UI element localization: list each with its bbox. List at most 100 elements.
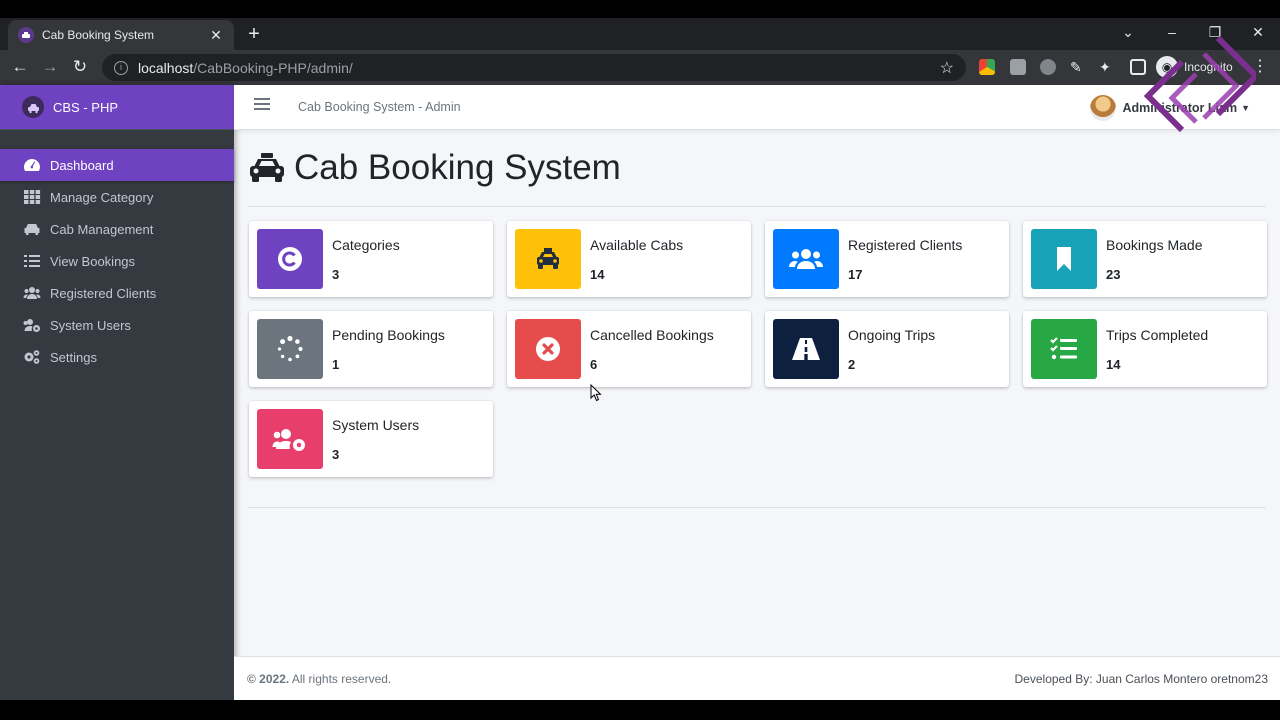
info-box-pending-bookings[interactable]: Pending Bookings 1 — [249, 311, 493, 387]
info-box-cancelled-bookings[interactable]: Cancelled Bookings 6 — [507, 311, 751, 387]
sidebar-item-label: Dashboard — [50, 157, 114, 173]
info-box-value: 14 — [1106, 356, 1121, 372]
car-icon — [22, 220, 42, 238]
info-box-value: 1 — [332, 356, 340, 372]
divider — [248, 206, 1266, 207]
sidebar-item-label: Cab Management — [50, 221, 154, 237]
sidebar: CBS - PHP Dashboard Manage Category Cab … — [0, 85, 234, 700]
sidebar-item-label: Registered Clients — [50, 285, 157, 301]
mouse-cursor-icon — [590, 384, 602, 402]
browser-toolbar: ← → ↻ i localhost /CabBooking-PHP/admin/… — [0, 50, 1280, 85]
cogs-icon — [22, 348, 42, 366]
copyright-rest: All rights reserved. — [289, 672, 392, 686]
hamburger-menu-icon[interactable] — [254, 98, 270, 114]
extensions-puzzle-icon[interactable]: ✦ — [1099, 59, 1115, 75]
developer-credit: Developed By: Juan Carlos Montero oretno… — [1014, 672, 1268, 686]
url-path: /CabBooking-PHP/admin/ — [193, 59, 353, 76]
page-header: Cab Booking System — [248, 148, 1266, 188]
sidebar-item-manage-category[interactable]: Manage Category — [0, 181, 234, 213]
info-box-label: Available Cabs — [590, 236, 684, 253]
new-tab-button[interactable]: + — [244, 24, 264, 44]
taxi-favicon-icon — [18, 27, 34, 43]
footer: © 2022. All rights reserved. Developed B… — [234, 656, 1280, 700]
info-box-ongoing-trips[interactable]: Ongoing Trips 2 — [765, 311, 1009, 387]
extension-color-icon[interactable] — [979, 59, 995, 75]
pen-extension-icon[interactable]: ✎ — [1070, 59, 1086, 75]
taxi-icon — [515, 229, 581, 289]
copyright-year: © 2022. — [247, 672, 290, 686]
info-box-available-cabs[interactable]: Available Cabs 14 — [507, 221, 751, 297]
users-icon — [22, 284, 42, 302]
sidebar-item-label: Manage Category — [50, 189, 154, 205]
info-box-value: 17 — [848, 266, 863, 282]
users-icon — [773, 229, 839, 289]
users-cog-icon — [257, 409, 323, 469]
info-box-label: Pending Bookings — [332, 326, 445, 343]
info-box-label: System Users — [332, 416, 420, 433]
info-box-label: Bookings Made — [1106, 236, 1203, 253]
main-content: Cab Booking System Categories 3 Available… — [234, 130, 1280, 655]
taxi-icon — [250, 153, 284, 182]
forward-icon[interactable]: → — [39, 56, 61, 78]
cloud-extension-icon[interactable] — [1040, 59, 1056, 75]
tachometer-icon — [22, 156, 42, 174]
browser-tab[interactable]: Cab Booking System ✕ — [8, 20, 234, 50]
copyright-text: © 2022. All rights reserved. — [247, 672, 391, 686]
screen: Cab Booking System ✕ + ⌄ – ❐ ✕ ← → ↻ i l… — [0, 0, 1280, 720]
grid-icon — [22, 188, 42, 206]
info-box-bookings-made[interactable]: Bookings Made 23 — [1023, 221, 1267, 297]
sidebar-item-registered-clients[interactable]: Registered Clients — [0, 277, 234, 309]
info-box-value: 3 — [332, 446, 340, 462]
info-box-label: Registered Clients — [848, 236, 963, 253]
info-box-registered-clients[interactable]: Registered Clients 17 — [765, 221, 1009, 297]
bookmark-icon — [1031, 229, 1097, 289]
info-box-value: 23 — [1106, 266, 1121, 282]
avatar — [1090, 95, 1117, 121]
sidebar-item-label: System Users — [50, 317, 131, 333]
info-box-value: 14 — [590, 266, 605, 282]
camera-extension-icon[interactable] — [1010, 59, 1026, 75]
sidebar-item-settings[interactable]: Settings — [0, 341, 234, 373]
tab-title: Cab Booking System — [42, 28, 155, 42]
back-icon[interactable]: ← — [9, 56, 31, 78]
reload-icon[interactable]: ↻ — [69, 56, 91, 78]
top-navbar: Cab Booking System - Admin Administrator… — [234, 85, 1280, 130]
channel-watermark-icon — [1144, 35, 1256, 133]
brand-text: CBS - PHP — [53, 99, 119, 115]
spinner-icon — [257, 319, 323, 379]
sidebar-item-label: Settings — [50, 349, 97, 365]
info-box-value: 2 — [848, 356, 856, 372]
info-box-label: Categories — [332, 236, 400, 253]
users-cog-icon — [22, 316, 42, 334]
tasks-icon — [1031, 319, 1097, 379]
copyright-icon — [257, 229, 323, 289]
info-box-categories[interactable]: Categories 3 — [249, 221, 493, 297]
sidebar-item-cab-management[interactable]: Cab Management — [0, 213, 234, 245]
bookmark-star-icon[interactable]: ☆ — [940, 58, 954, 78]
info-box-value: 3 — [332, 266, 340, 282]
info-box-value: 6 — [590, 356, 598, 372]
brand-logo-icon — [22, 96, 44, 118]
sidebar-item-view-bookings[interactable]: View Bookings — [0, 245, 234, 277]
sidebar-item-system-users[interactable]: System Users — [0, 309, 234, 341]
info-box-label: Trips Completed — [1106, 326, 1209, 343]
info-box-label: Ongoing Trips — [848, 326, 936, 343]
info-box-label: Cancelled Bookings — [590, 326, 714, 343]
brand-link[interactable]: CBS - PHP — [0, 85, 234, 130]
info-box-system-users[interactable]: System Users 3 — [249, 401, 493, 477]
tab-close-icon[interactable]: ✕ — [208, 27, 224, 44]
times-circle-icon — [515, 319, 581, 379]
sidebar-nav: Dashboard Manage Category Cab Management… — [0, 149, 234, 373]
admin-app: CBS - PHP Dashboard Manage Category Cab … — [0, 85, 1280, 700]
stats-grid: Categories 3 Available Cabs 14 Registered … — [248, 221, 1267, 477]
site-info-icon[interactable]: i — [114, 60, 128, 75]
page-title: Cab Booking System — [294, 148, 621, 187]
divider — [248, 507, 1266, 508]
address-bar[interactable]: i localhost /CabBooking-PHP/admin/ ☆ — [102, 54, 966, 81]
sidebar-item-dashboard[interactable]: Dashboard — [0, 149, 234, 181]
navbar-title: Cab Booking System - Admin — [298, 100, 461, 114]
browser-tabbar: Cab Booking System ✕ + ⌄ – ❐ ✕ — [0, 18, 1280, 50]
tab-search-icon[interactable]: ⌄ — [1118, 24, 1138, 41]
list-icon — [22, 252, 42, 270]
info-box-trips-completed[interactable]: Trips Completed 14 — [1023, 311, 1267, 387]
